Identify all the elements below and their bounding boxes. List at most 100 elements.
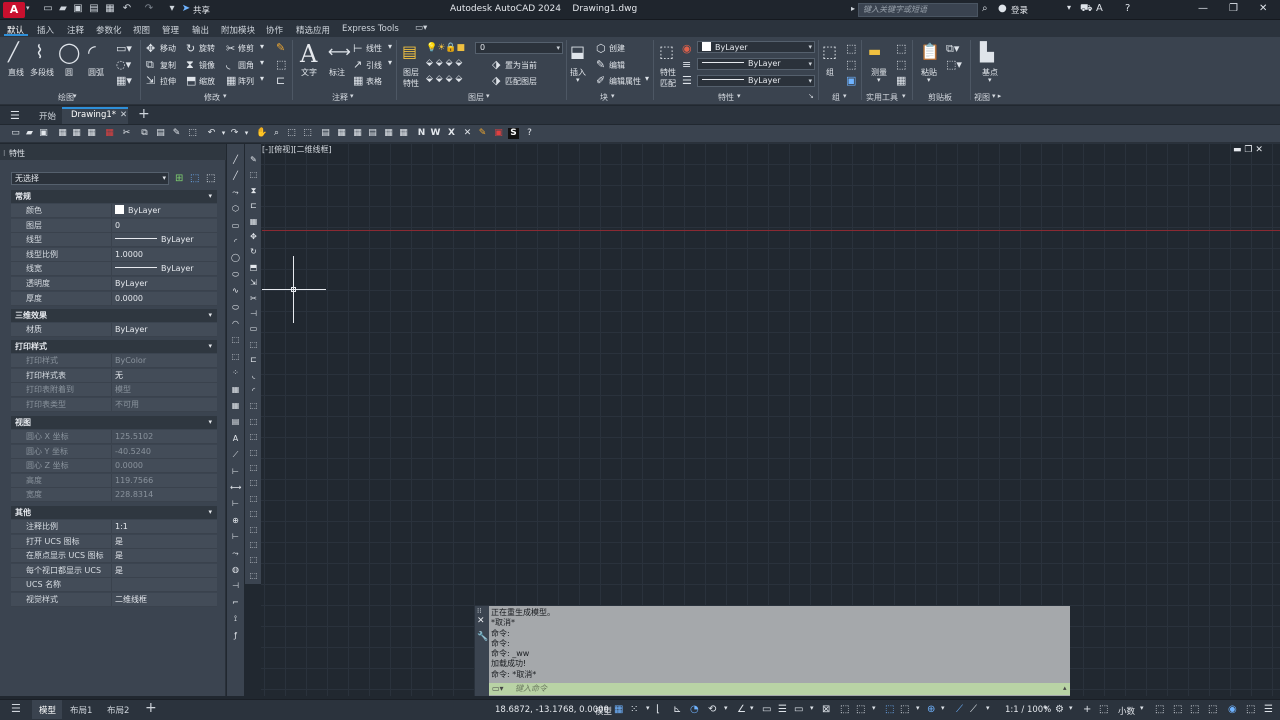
- dimension-icon[interactable]: ⟷: [328, 42, 351, 61]
- tb-properties-icon[interactable]: ▤: [320, 128, 331, 139]
- layer-properties-label[interactable]: 图层: [403, 67, 419, 78]
- draw-tool-icon[interactable]: ⌐: [230, 597, 241, 608]
- property-value[interactable]: ByLayer: [111, 323, 217, 337]
- lineweight-display-icon[interactable]: ☰: [778, 704, 787, 715]
- modify-panel-label[interactable]: 修改: [204, 92, 220, 103]
- property-value[interactable]: ByColor: [111, 354, 217, 368]
- modify-tool-icon[interactable]: ↻: [248, 246, 259, 257]
- paste-chevron-icon[interactable]: ▾: [927, 76, 931, 84]
- move-button[interactable]: 移动: [160, 43, 176, 54]
- clipboard-panel-label[interactable]: 剪贴板: [928, 92, 952, 103]
- property-value[interactable]: [111, 578, 217, 593]
- tb-sheetset-icon[interactable]: ▤: [367, 128, 378, 139]
- modify-tool-icon[interactable]: ⊣: [248, 308, 259, 319]
- quick-select-icon[interactable]: ⬚: [896, 42, 906, 55]
- modify-tool-icon[interactable]: ⇲: [248, 277, 259, 288]
- viewport-restore-icon[interactable]: ❐: [1244, 145, 1252, 155]
- edit-block-icon[interactable]: ✎: [596, 58, 605, 71]
- layer-properties-icon[interactable]: ▤: [402, 42, 417, 61]
- print-icon[interactable]: ▦: [104, 3, 116, 15]
- annotation-monitor-chevron-icon[interactable]: ▾: [986, 704, 990, 712]
- move-icon[interactable]: ✥: [146, 42, 155, 55]
- modify-tool-icon[interactable]: ⬚: [248, 508, 259, 519]
- tab-insert[interactable]: 插入: [37, 24, 54, 36]
- redo-icon[interactable]: ↷: [143, 3, 155, 15]
- match-layer-button[interactable]: 匹配图层: [505, 76, 537, 87]
- polar-chevron-icon[interactable]: ▾: [724, 704, 728, 712]
- circle-button[interactable]: 圆: [65, 67, 73, 78]
- modify-tool-icon[interactable]: ⬚: [248, 539, 259, 550]
- draw-tool-icon[interactable]: ⟷: [230, 482, 241, 493]
- section-threed[interactable]: 三维效果 ▾: [11, 309, 217, 322]
- tb-undo-chevron-icon[interactable]: ▾: [218, 128, 229, 139]
- lineweight-dropdown[interactable]: ByLayer ▾: [697, 75, 815, 87]
- hatch-icon[interactable]: ◌▾: [116, 58, 131, 71]
- section-view[interactable]: 视图 ▾: [11, 416, 217, 429]
- property-value[interactable]: 1:1: [111, 520, 217, 534]
- modify-tool-icon[interactable]: ⊏: [248, 200, 259, 211]
- hardware-accel-icon[interactable]: ◉: [1228, 704, 1237, 715]
- property-value[interactable]: 1.0000: [111, 247, 217, 262]
- grid-icon[interactable]: ▦: [614, 704, 623, 715]
- color-dropdown[interactable]: ByLayer ▾: [697, 41, 815, 53]
- measure-chevron-icon[interactable]: ▾: [877, 76, 881, 84]
- properties-panel-chevron-icon[interactable]: ▾: [737, 92, 741, 100]
- draw-more-icon[interactable]: ▦▾: [116, 74, 132, 87]
- modify-tool-icon[interactable]: ⬚: [248, 431, 259, 442]
- tb-toolpalettes-icon[interactable]: ▦: [352, 128, 363, 139]
- tb-redo-chevron-icon[interactable]: ▾: [241, 128, 252, 139]
- linetype-icon[interactable]: ☰: [682, 74, 692, 87]
- workspace-icon[interactable]: ⬚: [900, 704, 909, 715]
- property-value[interactable]: 119.7566: [111, 473, 217, 488]
- stretch-icon[interactable]: ⇲: [146, 74, 155, 87]
- tab-annotate[interactable]: 注释: [67, 24, 84, 36]
- draw-tool-icon[interactable]: ⟋: [230, 449, 241, 460]
- command-grip-dots-icon[interactable]: ⁞⁞: [477, 607, 481, 615]
- property-value[interactable]: 0.0000: [111, 291, 217, 306]
- draw-tool-icon[interactable]: ⊣: [230, 580, 241, 591]
- text-icon[interactable]: A: [300, 40, 317, 68]
- property-value[interactable]: 不可用: [111, 397, 217, 412]
- id-point-icon[interactable]: ⬚: [896, 58, 906, 71]
- groups-panel-chevron-icon[interactable]: ▾: [843, 92, 847, 100]
- array-chevron-icon[interactable]: ▾: [260, 74, 264, 83]
- ungroup-icon[interactable]: ⬚: [846, 42, 856, 55]
- modify-tool-icon[interactable]: ⬚: [248, 339, 259, 350]
- user-icon[interactable]: ●: [998, 3, 1007, 14]
- draw-tool-icon[interactable]: ╱: [230, 154, 241, 165]
- edit-attribute-icon[interactable]: ✐: [596, 74, 605, 87]
- linetype-dropdown[interactable]: ByLayer ▾: [697, 58, 815, 70]
- layout1-tab[interactable]: 布局1: [70, 704, 92, 716]
- dimension-button[interactable]: 标注: [329, 67, 345, 78]
- selection-dropdown[interactable]: 无选择 ▾: [11, 172, 169, 185]
- layer-tools-row1-icons[interactable]: ⬙ ⬙ ⬙ ⬙: [426, 58, 462, 68]
- tb-new-icon[interactable]: ▭: [10, 128, 21, 139]
- draw-tool-icon[interactable]: ⤳: [230, 187, 241, 198]
- coordinates-readout[interactable]: 18.6872, -13.1768, 0.0000: [495, 705, 609, 715]
- viewport-minimize-icon[interactable]: ▬: [1233, 145, 1242, 155]
- tb-publish-icon[interactable]: ▦: [86, 128, 97, 139]
- create-block-button[interactable]: 创建: [609, 43, 625, 54]
- copy-button[interactable]: 复制: [160, 60, 176, 71]
- edit-block-button[interactable]: 编辑: [609, 60, 625, 71]
- layout-menu-icon[interactable]: ☰: [11, 702, 21, 715]
- annotation-monitor-icon[interactable]: ⟋: [970, 704, 977, 715]
- fillet-button[interactable]: 圆角: [238, 60, 254, 71]
- layers-panel-chevron-icon[interactable]: ▾: [486, 92, 490, 100]
- draw-tool-icon[interactable]: ⊕: [230, 515, 241, 526]
- trim-chevron-icon[interactable]: ▾: [260, 42, 264, 51]
- property-value[interactable]: 是: [111, 549, 217, 564]
- save-as-icon[interactable]: ▤: [88, 3, 100, 15]
- drawing-tab[interactable]: Drawing1*: [71, 110, 116, 120]
- scale-icon[interactable]: ⬒: [186, 74, 196, 87]
- utilities-panel-label[interactable]: 实用工具: [866, 92, 898, 103]
- match-layer-icon[interactable]: ⬗: [492, 74, 500, 87]
- modify-tool-icon[interactable]: ◜: [248, 385, 259, 396]
- explode-icon[interactable]: ⬚: [276, 58, 286, 71]
- property-value[interactable]: 0.0000: [111, 459, 217, 474]
- viewport-controls-label[interactable]: [-][俯视][二维线框]: [262, 144, 332, 155]
- group-edit-icon[interactable]: ⬚: [846, 58, 856, 71]
- modify-tool-icon[interactable]: ✂: [248, 293, 259, 304]
- layer-state-icons[interactable]: 💡☀🔒■: [426, 43, 465, 53]
- tb-x2-icon[interactable]: ✕: [462, 128, 473, 139]
